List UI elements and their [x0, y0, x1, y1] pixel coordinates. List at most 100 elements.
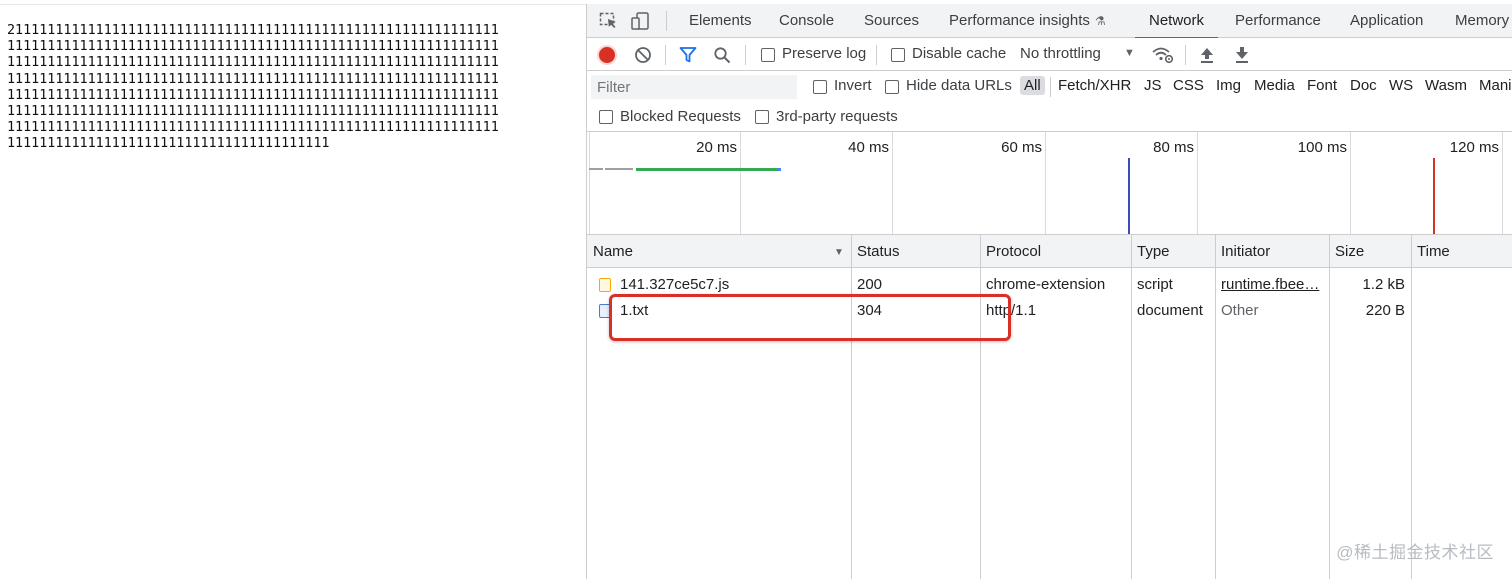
timeline-tick-line — [1197, 132, 1198, 234]
column-header-name[interactable]: Name — [587, 235, 851, 268]
filter-bar-secondary: Blocked Requests 3rd-party requests — [587, 103, 1512, 132]
filter-type-fetch-xhr[interactable]: Fetch/XHR — [1058, 77, 1131, 94]
request-name[interactable]: 141.327ce5c7.js — [614, 272, 850, 298]
page-text-line: 1111111111111111111111111111111111111111… — [7, 104, 499, 120]
tab-performance-insights[interactable]: Performance insights ⚗ — [949, 4, 1106, 38]
tab-network[interactable]: Network — [1134, 4, 1219, 39]
flask-icon: ⚗ — [1094, 14, 1106, 28]
page-text-line: 1111111111111111111111111111111111111111… — [7, 55, 499, 71]
hide-data-urls-label: Hide data URLs — [906, 77, 1012, 94]
network-request-table: Name ▼ Status Protocol Type Initiator Si… — [587, 235, 1512, 579]
filter-type-js[interactable]: JS — [1144, 77, 1162, 94]
clear-icon[interactable] — [634, 46, 652, 69]
throttling-select[interactable]: No throttling — [1020, 45, 1101, 62]
table-header: Name ▼ Status Protocol Type Initiator Si… — [587, 235, 1512, 268]
tab-performance[interactable]: Performance — [1235, 4, 1321, 38]
timeline-tick-line — [892, 132, 893, 234]
filter-type-wasm[interactable]: Wasm — [1425, 77, 1467, 94]
dom-content-loaded-marker — [1128, 158, 1130, 234]
page-text-line: 1111111111111111111111111111111111111111… — [7, 120, 499, 136]
device-toolbar-icon[interactable] — [631, 12, 651, 30]
export-har-icon[interactable] — [1234, 46, 1250, 69]
load-event-marker — [1433, 158, 1435, 234]
preserve-log-checkbox[interactable] — [761, 48, 775, 62]
chevron-down-icon: ▼ — [1124, 47, 1135, 59]
tab-memory[interactable]: Memory — [1455, 4, 1509, 38]
tab-application[interactable]: Application — [1350, 4, 1423, 38]
third-party-label: 3rd-party requests — [776, 108, 898, 125]
filter-bar: Invert Hide data URLs All Fetch/XHR JS C… — [587, 71, 1512, 103]
column-header-protocol[interactable]: Protocol — [980, 235, 1041, 268]
invert-checkbox[interactable] — [813, 80, 827, 94]
tab-console[interactable]: Console — [779, 4, 834, 38]
column-header-name-label: Name — [593, 243, 634, 260]
filter-type-manifest[interactable]: Mani — [1479, 77, 1512, 94]
column-header-size[interactable]: Size — [1329, 235, 1364, 268]
timeline-tick-label: 100 ms — [1297, 139, 1347, 156]
page-text-content: 2111111111111111111111111111111111111111… — [0, 4, 586, 579]
script-file-icon — [599, 278, 611, 292]
import-har-icon[interactable] — [1199, 46, 1215, 69]
waterfall-bar-content — [778, 168, 781, 171]
network-conditions-icon[interactable] — [1152, 46, 1174, 69]
request-protocol: chrome-extension — [986, 276, 1106, 293]
search-icon[interactable] — [713, 46, 731, 69]
timeline-tick-line — [1045, 132, 1046, 234]
column-header-time[interactable]: Time — [1411, 235, 1450, 268]
document-file-icon — [599, 304, 611, 318]
column-header-initiator[interactable]: Initiator — [1215, 235, 1270, 268]
filter-type-font[interactable]: Font — [1307, 77, 1337, 94]
timeline-tick-line — [1350, 132, 1351, 234]
tab-sources[interactable]: Sources — [864, 4, 919, 38]
blocked-requests-label: Blocked Requests — [620, 108, 741, 125]
disable-cache-label: Disable cache — [912, 45, 1007, 62]
tab-elements[interactable]: Elements — [689, 4, 752, 38]
devtools-panel: Elements Console Sources Performance ins… — [586, 4, 1512, 579]
inspect-element-icon[interactable] — [599, 12, 619, 30]
request-initiator[interactable]: runtime.fbee… — [1215, 272, 1325, 298]
request-status: 304 — [857, 302, 883, 319]
filter-type-img[interactable]: Img — [1216, 77, 1241, 94]
blocked-requests-checkbox[interactable] — [599, 110, 613, 124]
page-text-line: 1111111111111111111111111111111111111111… — [7, 71, 499, 87]
filter-input[interactable] — [591, 75, 797, 99]
hide-data-urls-checkbox[interactable] — [885, 80, 899, 94]
page-text-line: 1111111111111111111111111111111111111111… — [7, 87, 499, 103]
request-status: 200 — [857, 276, 883, 293]
filter-type-media[interactable]: Media — [1254, 77, 1295, 94]
waterfall-bar-download — [636, 168, 778, 171]
preserve-log-label: Preserve log — [782, 45, 867, 62]
timeline-tick-label: 40 ms — [848, 139, 889, 156]
sort-descending-icon: ▼ — [834, 247, 844, 258]
disable-cache-checkbox[interactable] — [891, 48, 905, 62]
toolbar-divider — [665, 45, 666, 65]
network-toolbar: Preserve log Disable cache No throttling… — [587, 38, 1512, 71]
column-header-type[interactable]: Type — [1131, 235, 1170, 268]
table-row[interactable]: 141.327ce5c7.js 200 chrome-extension scr… — [587, 272, 1512, 298]
table-row[interactable]: 1.txt 304 http/1.1 document Other 220 B — [587, 298, 1512, 324]
third-party-checkbox[interactable] — [755, 110, 769, 124]
record-button[interactable] — [599, 47, 615, 63]
request-time — [1411, 272, 1512, 298]
devtools-tab-bar: Elements Console Sources Performance ins… — [587, 4, 1512, 39]
filter-type-ws[interactable]: WS — [1389, 77, 1413, 94]
toolbar-divider — [1050, 77, 1051, 97]
filter-type-css[interactable]: CSS — [1173, 77, 1204, 94]
request-name[interactable]: 1.txt — [614, 298, 850, 324]
watermark-text: @稀土掘金技术社区 — [1336, 543, 1494, 562]
filter-type-doc[interactable]: Doc — [1350, 77, 1377, 94]
network-overview-timeline[interactable]: 20 ms 40 ms 60 ms 80 ms 100 ms 120 ms — [587, 132, 1512, 235]
toolbar-divider — [876, 45, 877, 65]
request-type: script — [1137, 276, 1173, 293]
page-text-line: 1111111111111111111111111111111111111111 — [7, 136, 330, 152]
request-type: document — [1137, 302, 1203, 319]
timeline-tick-line — [740, 132, 741, 234]
column-header-status[interactable]: Status — [851, 235, 900, 268]
timeline-tick-line — [589, 132, 590, 234]
request-initiator: Other — [1221, 302, 1259, 319]
filter-funnel-icon[interactable] — [679, 46, 697, 69]
request-size: 220 B — [1365, 302, 1405, 319]
filter-type-all[interactable]: All — [1020, 76, 1045, 95]
toolbar-divider — [666, 11, 667, 31]
invert-label: Invert — [834, 77, 872, 94]
